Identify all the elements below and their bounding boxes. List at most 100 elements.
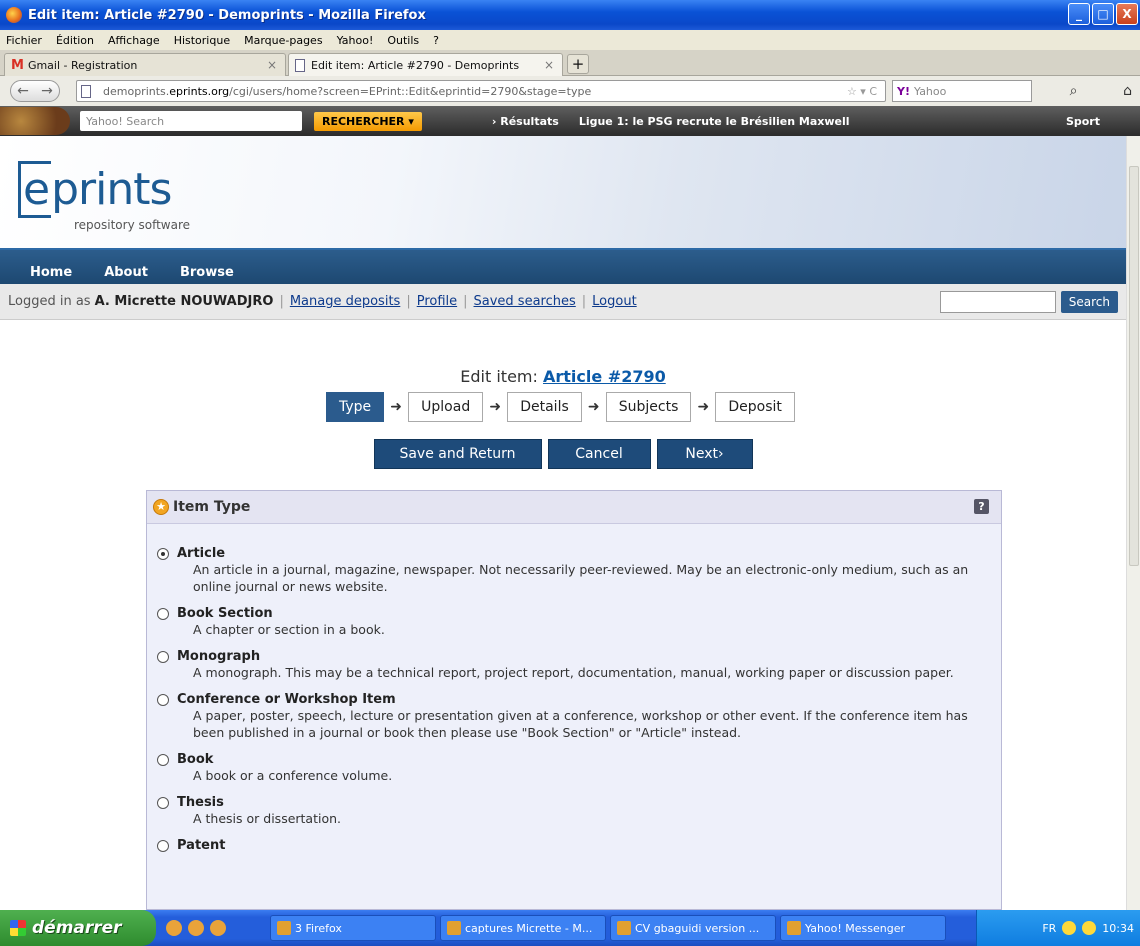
item-link[interactable]: Article #2790 (543, 367, 666, 386)
option-conference-item[interactable]: Conference or Workshop Item A paper, pos… (157, 692, 1001, 741)
task-cv[interactable]: CV gbaguidi version ... (610, 915, 776, 941)
stage-details[interactable]: Details (507, 392, 582, 422)
stage-upload[interactable]: Upload (408, 392, 484, 422)
quick-launch-icon[interactable] (210, 920, 226, 936)
tray-icon[interactable] (1082, 921, 1097, 935)
browser-search-input[interactable]: Y! Yahoo (892, 80, 1032, 102)
tab-close-icon[interactable]: × (544, 58, 554, 72)
option-patent[interactable]: Patent (157, 838, 1001, 853)
back-forward-buttons[interactable]: ← → (10, 80, 60, 102)
vertical-scrollbar[interactable] (1126, 136, 1140, 910)
results-button[interactable]: › Résultats (492, 115, 559, 128)
language-indicator[interactable]: FR (1042, 922, 1056, 935)
bookmark-star-icon[interactable]: ☆ ▾ C (847, 85, 877, 98)
profile-link[interactable]: Profile (417, 294, 457, 309)
menu-fichier[interactable]: Fichier (6, 34, 42, 47)
manage-deposits-link[interactable]: Manage deposits (290, 294, 400, 309)
quick-launch-icon[interactable] (166, 920, 182, 936)
maximize-button[interactable]: □ (1092, 3, 1114, 25)
menu-yahoo[interactable]: Yahoo! (337, 34, 374, 47)
menu-help[interactable]: ? (433, 34, 439, 47)
arrow-right-icon: ➜ (697, 399, 710, 415)
window-title: Edit item: Article #2790 - Demoprints - … (28, 7, 426, 23)
option-article[interactable]: Article An article in a journal, magazin… (157, 546, 1001, 595)
save-and-return-button[interactable]: Save and Return (373, 439, 542, 469)
stage-deposit[interactable]: Deposit (715, 392, 795, 422)
radio-button[interactable] (157, 754, 169, 766)
menu-edition[interactable]: Édition (56, 34, 94, 47)
site-search-input[interactable] (940, 291, 1056, 313)
workflow-stages: Type ➜ Upload ➜ Details ➜ Subjects ➜ Dep… (326, 392, 795, 422)
cancel-button[interactable]: Cancel (547, 439, 651, 469)
menu-affichage[interactable]: Affichage (108, 34, 160, 47)
new-tab-button[interactable]: + (567, 54, 589, 74)
scrollbar-thumb[interactable] (1129, 166, 1139, 566)
back-arrow-icon[interactable]: ← (17, 83, 29, 99)
system-tray: FR 10:34 (976, 910, 1140, 946)
option-book-section[interactable]: Book Section A chapter or section in a b… (157, 606, 1001, 638)
radio-button[interactable] (157, 694, 169, 706)
task-firefox[interactable]: 3 Firefox (270, 915, 436, 941)
radio-button[interactable] (157, 797, 169, 809)
windows-flag-icon (10, 920, 26, 936)
menu-historique[interactable]: Historique (174, 34, 230, 47)
saved-searches-link[interactable]: Saved searches (474, 294, 576, 309)
clock: 10:34 (1102, 921, 1134, 935)
gmail-icon: M (11, 57, 24, 73)
quick-launch (156, 920, 266, 936)
stage-subjects[interactable]: Subjects (605, 392, 692, 422)
yahoo-search-input[interactable]: Yahoo! Search (80, 111, 302, 131)
navigation-bar: ← → demoprints.eprints.org/cgi/users/hom… (0, 76, 1140, 106)
option-thesis[interactable]: Thesis A thesis or dissertation. (157, 795, 1001, 827)
item-type-options: Article An article in a journal, magazin… (147, 524, 1001, 853)
tab-gmail[interactable]: M Gmail - Registration × (4, 53, 286, 76)
document-icon (617, 921, 631, 935)
page-title: Edit item: Article #2790 (460, 367, 666, 386)
window-controls: _ □ X (1068, 3, 1138, 25)
option-book[interactable]: Book A book or a conference volume. (157, 752, 1001, 784)
next-button[interactable]: Next› (656, 439, 753, 469)
menu-bar: Fichier Édition Affichage Historique Mar… (0, 30, 1140, 50)
url-bar[interactable]: demoprints.eprints.org/cgi/users/home?sc… (76, 80, 886, 102)
close-button[interactable]: X (1116, 3, 1138, 25)
firefox-icon (6, 7, 22, 23)
logout-link[interactable]: Logout (592, 294, 637, 309)
task-messenger[interactable]: Yahoo! Messenger (780, 915, 946, 941)
tab-edit-item[interactable]: Edit item: Article #2790 - Demoprints × (288, 53, 563, 76)
quick-launch-icon[interactable] (188, 920, 204, 936)
menu-outils[interactable]: Outils (387, 34, 419, 47)
windows-taskbar: démarrer 3 Firefox captures Micrette - M… (0, 910, 1140, 946)
start-button[interactable]: démarrer (0, 910, 156, 946)
help-icon[interactable]: ? (974, 499, 989, 514)
tab-close-icon[interactable]: × (267, 58, 277, 72)
eprints-logo[interactable]: eprints repository software (18, 161, 190, 232)
arrow-right-icon: ➜ (390, 399, 403, 415)
site-banner: eprints repository software (0, 136, 1126, 248)
menu-marque-pages[interactable]: Marque-pages (244, 34, 322, 47)
menu-home[interactable]: Home (30, 265, 72, 280)
news-headline[interactable]: Ligue 1: le PSG recrute le Brésilien Max… (579, 115, 850, 128)
minimize-button[interactable]: _ (1068, 3, 1090, 25)
login-bar: Logged in as A. Micrette NOUWADJRO | Man… (0, 284, 1126, 320)
menu-about[interactable]: About (104, 265, 148, 280)
radio-button[interactable] (157, 608, 169, 620)
item-type-panel: ★ Item Type ? Article An article in a jo… (146, 490, 1002, 910)
stage-type[interactable]: Type (326, 392, 385, 422)
radio-button[interactable] (157, 840, 169, 852)
forward-arrow-icon[interactable]: → (41, 83, 53, 99)
panel-header: ★ Item Type ? (147, 491, 1001, 524)
yahoo-icon: Y! (897, 84, 910, 98)
site-search-button[interactable]: Search (1060, 291, 1118, 313)
yahoo-logo-icon[interactable] (0, 107, 70, 135)
rechercher-button[interactable]: RECHERCHER ▾ (314, 111, 422, 131)
task-captures[interactable]: captures Micrette - M... (440, 915, 606, 941)
home-icon[interactable]: ⌂ (1123, 83, 1132, 99)
tray-icon[interactable] (1062, 921, 1077, 935)
radio-button[interactable] (157, 548, 169, 560)
option-monograph[interactable]: Monograph A monograph. This may be a tec… (157, 649, 1001, 681)
logged-in-label: Logged in as (8, 294, 91, 309)
radio-button[interactable] (157, 651, 169, 663)
menu-browse[interactable]: Browse (180, 265, 234, 280)
sport-button[interactable]: Sport (1066, 115, 1100, 128)
search-icon[interactable]: ⌕ (1070, 83, 1078, 99)
